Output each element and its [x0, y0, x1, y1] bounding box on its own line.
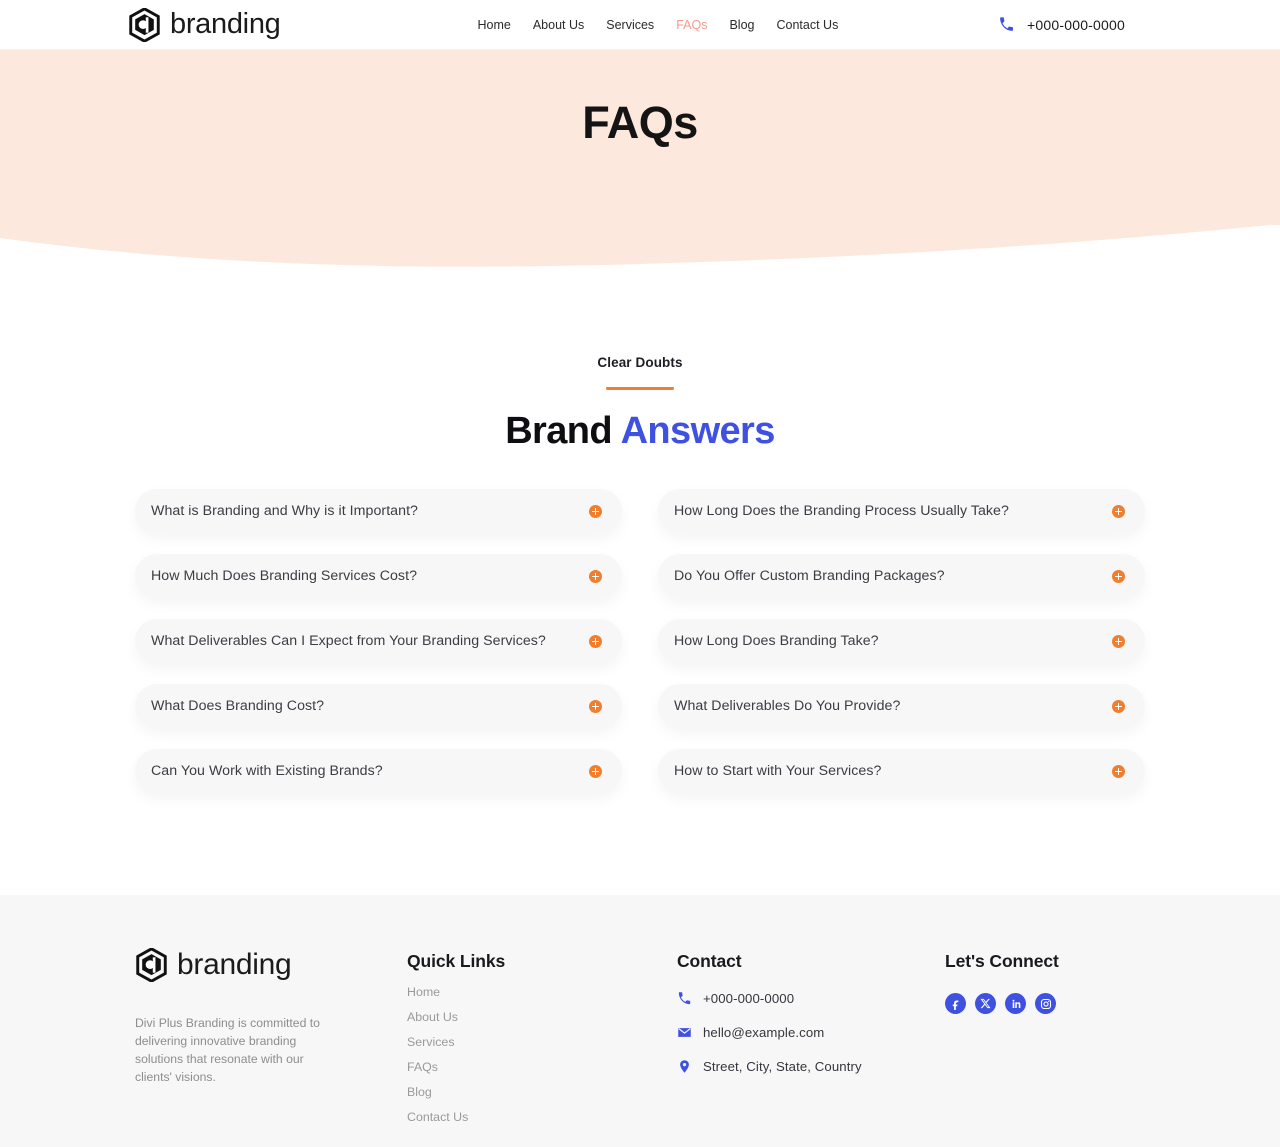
- footer-email: hello@example.com: [703, 1025, 825, 1040]
- main-nav: Home About Us Services FAQs Blog Contact…: [477, 18, 838, 32]
- faq-question: What is Branding and Why is it Important…: [151, 503, 418, 519]
- faq-grid: What is Branding and Why is it Important…: [135, 489, 1145, 793]
- faq-item[interactable]: What is Branding and Why is it Important…: [135, 489, 622, 533]
- nav-item-services[interactable]: Services: [606, 18, 654, 32]
- footer-logo-text: branding: [177, 948, 292, 981]
- footer-about-text: Divi Plus Branding is committed to deliv…: [135, 1016, 320, 1085]
- section-title-part1: Brand: [505, 410, 613, 452]
- section-title: Brand Answers: [0, 410, 1280, 453]
- footer-link-faqs[interactable]: FAQs: [407, 1060, 677, 1074]
- footer-link-services[interactable]: Services: [407, 1035, 677, 1049]
- hexagon-d-logo-icon: [136, 948, 167, 982]
- x-twitter-icon[interactable]: [975, 993, 996, 1014]
- hero-wave-divider: [0, 224, 1280, 267]
- linkedin-icon[interactable]: [1005, 993, 1026, 1014]
- plus-circle-icon[interactable]: [589, 569, 602, 583]
- hexagon-d-logo-icon: [129, 7, 160, 42]
- faq-item[interactable]: What Does Branding Cost?: [135, 684, 622, 728]
- footer-quick-links-column: Quick Links Home About Us Services FAQs …: [407, 951, 677, 1124]
- faq-section: Clear Doubts Brand Answers What is Brand…: [0, 272, 1280, 793]
- section-eyebrow: Clear Doubts: [597, 355, 683, 370]
- plus-circle-icon[interactable]: [1112, 634, 1125, 648]
- site-footer: branding Divi Plus Branding is committed…: [0, 895, 1280, 1147]
- nav-item-faqs[interactable]: FAQs: [676, 18, 707, 32]
- phone-icon: [678, 992, 691, 1005]
- faq-question: Can You Work with Existing Brands?: [151, 763, 383, 779]
- footer-link-contact-us[interactable]: Contact Us: [407, 1110, 677, 1124]
- faq-item[interactable]: How Much Does Branding Services Cost?: [135, 554, 622, 598]
- faq-question: How Long Does Branding Take?: [674, 633, 879, 649]
- footer-connect-column: Let's Connect: [945, 951, 1145, 1124]
- footer-contact-column: Contact +000-000-0000 hello@example.com: [677, 951, 945, 1124]
- envelope-icon: [678, 1028, 691, 1037]
- footer-connect-title: Let's Connect: [945, 951, 1059, 971]
- page-title: FAQs: [582, 97, 698, 148]
- nav-item-blog[interactable]: Blog: [729, 18, 754, 32]
- footer-contact-address[interactable]: Street, City, State, Country: [677, 1059, 945, 1074]
- phone-icon: [1000, 17, 1013, 31]
- footer-link-home[interactable]: Home: [407, 985, 677, 999]
- location-pin-icon: [680, 1060, 689, 1073]
- plus-circle-icon[interactable]: [589, 764, 602, 778]
- faq-question: What Deliverables Do You Provide?: [674, 698, 901, 714]
- faq-item[interactable]: How Long Does Branding Take?: [658, 619, 1145, 663]
- plus-circle-icon[interactable]: [1112, 699, 1125, 713]
- nav-item-contact-us[interactable]: Contact Us: [776, 18, 838, 32]
- nav-item-about-us[interactable]: About Us: [533, 18, 584, 32]
- section-title-part2: Answers: [620, 410, 776, 452]
- facebook-icon[interactable]: [945, 993, 966, 1014]
- faq-question: What Deliverables Can I Expect from Your…: [151, 633, 546, 649]
- faq-item[interactable]: What Deliverables Can I Expect from Your…: [135, 619, 622, 663]
- plus-circle-icon[interactable]: [1112, 504, 1125, 518]
- logo-text: branding: [170, 8, 281, 40]
- plus-circle-icon[interactable]: [589, 504, 602, 518]
- footer-contact-email[interactable]: hello@example.com: [677, 1025, 945, 1040]
- footer-brand-column: branding Divi Plus Branding is committed…: [135, 948, 407, 1124]
- footer-contact-title: Contact: [677, 951, 742, 971]
- section-divider: [606, 387, 674, 390]
- faq-question: How Much Does Branding Services Cost?: [151, 568, 418, 584]
- faq-item[interactable]: Can You Work with Existing Brands?: [135, 749, 622, 793]
- hero-banner: FAQs: [0, 50, 1280, 225]
- faq-question: What Does Branding Cost?: [151, 698, 325, 714]
- footer-phone-number: +000-000-0000: [703, 991, 795, 1006]
- site-header: branding Home About Us Services FAQs Blo…: [0, 0, 1280, 50]
- plus-circle-icon[interactable]: [589, 634, 602, 648]
- plus-circle-icon[interactable]: [1112, 569, 1125, 583]
- plus-circle-icon[interactable]: [1112, 764, 1125, 778]
- plus-circle-icon[interactable]: [589, 699, 602, 713]
- nav-item-home[interactable]: Home: [477, 18, 510, 32]
- faq-item[interactable]: Do You Offer Custom Branding Packages?: [658, 554, 1145, 598]
- faq-item[interactable]: What Deliverables Do You Provide?: [658, 684, 1145, 728]
- header-phone-number: +000-000-0000: [1027, 16, 1125, 33]
- footer-address: Street, City, State, Country: [703, 1059, 862, 1074]
- faq-question: Do You Offer Custom Branding Packages?: [674, 568, 945, 584]
- header-logo[interactable]: branding: [128, 7, 281, 42]
- footer-contact-phone[interactable]: +000-000-0000: [677, 991, 945, 1006]
- footer-link-about-us[interactable]: About Us: [407, 1010, 677, 1024]
- instagram-icon[interactable]: [1035, 993, 1056, 1014]
- faq-item[interactable]: How Long Does the Branding Process Usual…: [658, 489, 1145, 533]
- faq-question: How Long Does the Branding Process Usual…: [674, 503, 1009, 519]
- footer-link-blog[interactable]: Blog: [407, 1085, 677, 1099]
- social-links: [945, 993, 1145, 1014]
- footer-logo[interactable]: branding: [135, 948, 407, 982]
- faq-item[interactable]: How to Start with Your Services?: [658, 749, 1145, 793]
- footer-quick-links-title: Quick Links: [407, 951, 506, 971]
- faq-question: How to Start with Your Services?: [674, 763, 882, 779]
- header-phone[interactable]: +000-000-0000: [998, 16, 1125, 33]
